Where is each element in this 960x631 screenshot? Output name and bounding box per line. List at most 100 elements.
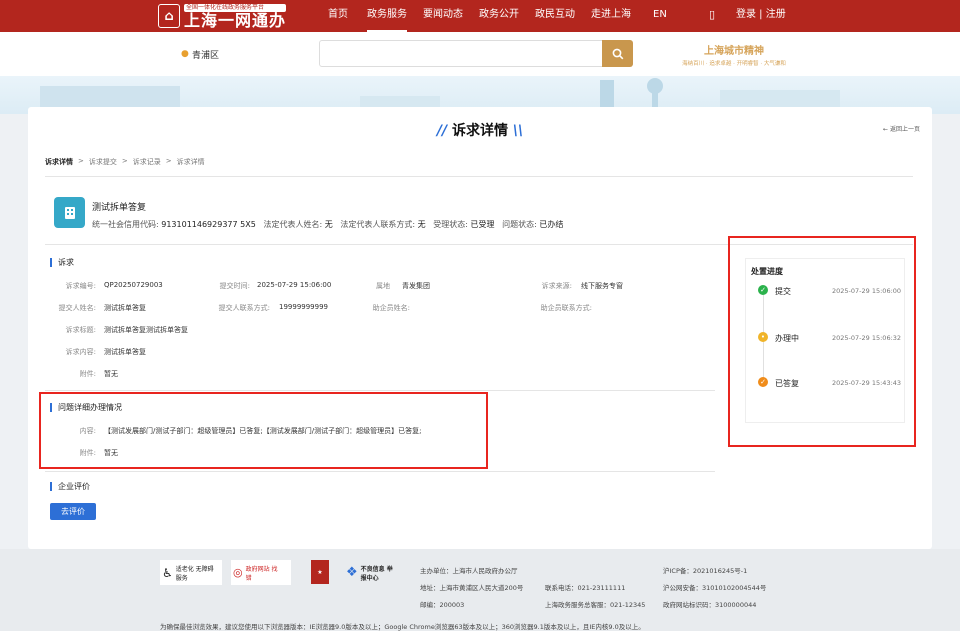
appeal-number: QP20250729003 [104, 281, 163, 289]
appeal-section-title: 诉求 [50, 258, 74, 267]
appeal-source: 线下服务专窗 [581, 282, 623, 290]
nav-home[interactable]: 首页 [328, 0, 348, 32]
field-label: 内容: [79, 427, 96, 435]
legal-name-label: 法定代表人姓名: [263, 220, 323, 229]
field-label: 附件: [79, 370, 96, 378]
progress-step-time: 2025-07-29 15:06:00 [832, 287, 902, 295]
accessibility-badge[interactable]: ♿ 适老化 无障碍服务 [160, 560, 222, 585]
nav-news[interactable]: 要闻动态 [423, 0, 463, 32]
nav-shanghai[interactable]: 走进上海 [591, 0, 631, 32]
detail-content: 【测试发展部门/测试子部门：超级管理员】已答复;【测试发展部门/测试子部门：超级… [104, 427, 422, 435]
title-decor-right: \\ [512, 123, 524, 139]
legal-name-value: 无 [324, 220, 333, 229]
accessibility-label: 适老化 无障碍服务 [175, 565, 214, 582]
field-label: 诉求内容: [65, 348, 96, 356]
wheelchair-icon: ♿ [162, 565, 173, 580]
field-label: 提交时间: [219, 282, 250, 290]
accept-status-value: 已受理 [470, 220, 495, 229]
legal-contact-value: 无 [417, 220, 426, 229]
nav-english[interactable]: EN [653, 0, 667, 32]
company-name: 测试拆单答复 [92, 203, 147, 213]
company-meta: 统一社会信用代码: 913101146929377 5X5 法定代表人姓名: 无… [92, 219, 563, 230]
credit-code-label: 统一社会信用代码: [92, 220, 159, 229]
issue-status-value: 已办结 [539, 220, 564, 229]
divider [45, 176, 913, 177]
detail-section-title: 问题详细办理情况 [50, 403, 122, 412]
site-logo[interactable]: ⌂ 全国一体化在线政务服务平台 上海一网通办 [158, 3, 287, 29]
nav-public[interactable]: 政务公开 [479, 0, 519, 32]
police-emblem-icon[interactable]: ★ [311, 560, 329, 584]
detail-attachment: 暂无 [104, 449, 118, 457]
footer-postcode: 邮编：200003 [420, 601, 465, 609]
slogan-subtitle: 海纳百川 · 追求卓越 · 开明睿智 · 大气谦和 [682, 61, 786, 67]
legal-contact-label: 法定代表人联系方式: [340, 220, 416, 229]
footer-police-record[interactable]: 沪公网安备：31010102004544号 [663, 582, 766, 592]
field-label: 提交人姓名: [58, 304, 96, 312]
footer-icp[interactable]: 沪ICP备：2021016245号-1 [663, 565, 747, 575]
field-label: 附件: [79, 449, 96, 457]
back-button[interactable]: ← 返回上一页 [883, 124, 920, 133]
location-selector[interactable]: ● 青浦区 [181, 48, 219, 62]
back-label: 返回上一页 [889, 126, 920, 133]
progress-step-name: 已答复 [775, 379, 799, 388]
breadcrumb-separator: > [78, 157, 84, 165]
page-title: // 诉求详情 \\ [0, 120, 960, 140]
breadcrumb-separator: > [165, 157, 172, 165]
arrow-left-icon: ← [883, 126, 889, 133]
credit-code-value: 913101146929377 5X5 [161, 220, 256, 229]
field-label: 诉求标题: [65, 326, 96, 334]
progress-title: 处置进度 [751, 267, 783, 276]
city-spirit-slogan: 上海城市精神 海纳百川 · 追求卓越 · 开明睿智 · 大气谦和 [668, 42, 800, 67]
in-progress-icon: • [758, 332, 768, 342]
progress-step-time: 2025-07-29 15:43:43 [832, 379, 902, 387]
progress-step-time: 2025-07-29 15:06:32 [832, 334, 902, 342]
divider [45, 471, 715, 472]
company-building-icon [54, 197, 85, 228]
report-center-label: 不良信息 举报中心 [360, 565, 393, 582]
appeal-title: 测试拆单答复测试拆单答复 [104, 326, 188, 334]
field-label: 诉求编号: [65, 282, 96, 290]
submitter-contact: 19999999999 [279, 303, 328, 311]
field-label: 助企员姓名: [372, 304, 410, 312]
progress-step-name: 办理中 [775, 334, 799, 343]
location-pin-icon: ● [181, 49, 189, 59]
report-center-icon: ❖ [346, 565, 358, 580]
nav-gov-services[interactable]: 政务服务 [367, 0, 407, 32]
gov-site-error-badge[interactable]: ◎ 政府网站 找错 [231, 560, 291, 585]
logo-emblem-icon: ⌂ [158, 4, 180, 28]
accept-status-label: 受理状态: [433, 220, 468, 229]
breadcrumb: 诉求详情 > 诉求提交 > 诉求记录 > 诉求详情 [45, 157, 205, 167]
footer-site-id: 政府网站标识码：3100000044 [663, 601, 757, 609]
search-icon [612, 48, 623, 59]
nav-interaction[interactable]: 政民互动 [535, 0, 575, 32]
replied-icon: ✓ [758, 377, 768, 387]
slogan-title: 上海城市精神 [704, 46, 764, 57]
evaluate-button[interactable]: 去评价 [50, 503, 96, 520]
search-input[interactable] [319, 40, 603, 67]
breadcrumb-item[interactable]: 诉求详情 [177, 157, 205, 167]
jurisdiction: 青发集团 [402, 282, 430, 290]
search-button[interactable] [602, 40, 633, 67]
breadcrumb-item[interactable]: 诉求记录 [133, 157, 161, 167]
issue-status-label: 问题状态: [502, 220, 537, 229]
appeal-attachment: 暂无 [104, 370, 118, 378]
login-register-link[interactable]: 登录 | 注册 [736, 0, 786, 32]
search-error-icon: ◎ [233, 566, 243, 579]
footer-service-hotline: 上海政务服务总客服：021-12345 [545, 601, 646, 609]
breadcrumb-item[interactable]: 诉求提交 [89, 157, 117, 167]
submitter-name: 测试拆单答复 [104, 304, 146, 312]
report-center-badge[interactable]: ❖ 不良信息 举报中心 [346, 560, 406, 585]
footer-phone: 联系电话：021-23111111 [545, 584, 626, 592]
field-label: 助企员联系方式: [540, 304, 592, 312]
browser-notice: 为确保最佳浏览效果，建议您使用以下浏览器版本：IE浏览器9.0版本及以上；Goo… [160, 623, 645, 631]
check-icon: ✓ [758, 285, 768, 295]
footer-host: 主办单位：上海市人民政府办公厅 [420, 567, 518, 575]
top-navigation-bar: ⌂ 全国一体化在线政务服务平台 上海一网通办 首页 政务服务 要闻动态 政务公开… [0, 0, 960, 32]
field-label: 属地 [376, 282, 390, 290]
breadcrumb-item[interactable]: 诉求详情 [45, 157, 73, 167]
footer-address: 地址：上海市黄浦区人民大道200号 [420, 584, 524, 592]
submit-time: 2025-07-29 15:06:00 [257, 281, 332, 289]
mobile-icon[interactable]: ▯ [709, 0, 715, 32]
divider [45, 390, 715, 391]
appeal-content: 测试拆单答复 [104, 348, 146, 356]
